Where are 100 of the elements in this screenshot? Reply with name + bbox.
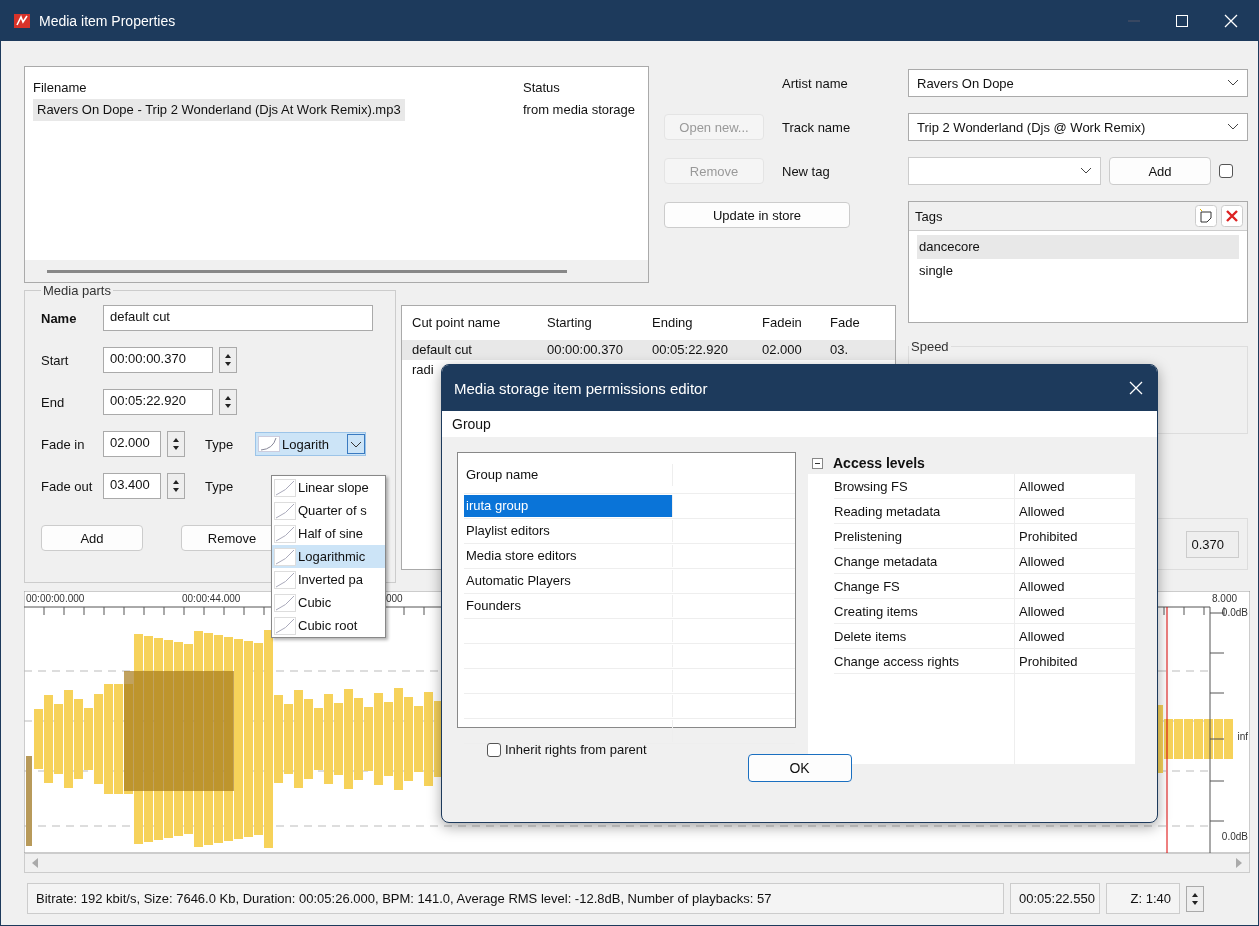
time-label: 8.000 xyxy=(1212,593,1238,604)
collapse-icon[interactable] xyxy=(812,457,823,469)
column-header[interactable]: Fade xyxy=(828,306,868,340)
table-cell-text: 03. xyxy=(829,341,850,359)
caret-icon xyxy=(347,434,365,454)
list-row[interactable]: Automatic Players xyxy=(464,570,673,592)
spin-button[interactable] xyxy=(167,431,185,457)
new-note-icon[interactable] xyxy=(1195,205,1217,227)
property-value[interactable]: Allowed xyxy=(1014,549,1135,573)
add-tag-button[interactable]: Add xyxy=(1109,157,1211,185)
tag-item[interactable]: single xyxy=(917,259,1239,283)
field-label: Start xyxy=(41,352,70,368)
group-title: Media parts xyxy=(42,283,112,298)
property-value[interactable]: Prohibited xyxy=(1014,524,1135,548)
table-cell-text: default cut xyxy=(411,341,473,359)
column-header[interactable]: Group name xyxy=(464,464,673,486)
time-label: 00:00:44.000 xyxy=(182,593,241,604)
spin-button[interactable] xyxy=(219,389,237,415)
status-cell-text: from media storage xyxy=(523,101,636,119)
status-info: Bitrate: 192 kbit/s, Size: 7646.0 Kb, Duration: 00:05:26.000, BPM: 141.0, Average RMS level: -12.8dB, Number of playbacks: 57 xyxy=(27,883,1004,914)
property-name: Delete items xyxy=(834,628,908,644)
column-header[interactable]: Cut point name xyxy=(410,306,545,340)
field-label: Fade out xyxy=(41,478,94,494)
property-name: Change metadata xyxy=(834,553,939,569)
window-title: Media item Properties xyxy=(39,13,176,29)
part-button[interactable]: Add xyxy=(41,525,143,551)
position-field[interactable]: 0.370 xyxy=(1186,530,1239,558)
field-label: Type xyxy=(205,478,235,494)
column-header[interactable]: Starting xyxy=(545,306,650,340)
curve-icon xyxy=(274,478,296,497)
curve-icon xyxy=(274,524,296,543)
tag-item[interactable]: dancecore xyxy=(917,235,1239,259)
curve-icon xyxy=(258,436,280,452)
field-label: Name xyxy=(41,310,78,326)
curve-icon xyxy=(274,593,296,612)
menu-item[interactable]: Logarithmic xyxy=(272,545,385,568)
property-value[interactable]: Allowed xyxy=(1014,474,1135,498)
time-label: 00:00:00.000 xyxy=(26,593,85,604)
property-value[interactable]: Allowed xyxy=(1014,624,1135,648)
checkbox[interactable] xyxy=(1219,164,1233,178)
menu-item[interactable]: Linear slope xyxy=(272,476,385,499)
property-value[interactable]: Allowed xyxy=(1014,599,1135,623)
curve-icon xyxy=(274,547,296,566)
table-cell-text: 00:00:00.370 xyxy=(546,341,624,359)
property-name: Prelistening xyxy=(834,528,903,544)
caret-icon xyxy=(1080,167,1092,175)
menu-item[interactable]: Cubic xyxy=(272,591,385,614)
table-cell-text: radi xyxy=(411,361,435,379)
property-name: Change access rights xyxy=(834,653,960,669)
fade-field[interactable]: 02.000 xyxy=(103,431,161,457)
property-name: Browsing FS xyxy=(834,478,909,494)
property-value[interactable]: Allowed xyxy=(1014,499,1135,523)
maximize-icon[interactable] xyxy=(1176,15,1188,27)
file-name-cell[interactable]: Ravers On Dope - Trip 2 Wonderland (Djs At Work Remix).mp3 xyxy=(33,99,405,121)
delete-icon[interactable] xyxy=(1221,205,1243,227)
time-field[interactable]: 00:05:22.920 xyxy=(103,389,213,415)
list-row[interactable]: iruta group xyxy=(464,495,673,517)
spin-button[interactable] xyxy=(167,473,185,499)
field-label: Type xyxy=(205,436,235,452)
column-header[interactable]: Ending xyxy=(650,306,760,340)
checkbox-label: Inherit rights from parent xyxy=(505,742,647,757)
close-icon[interactable] xyxy=(1129,381,1143,395)
list-row[interactable]: Playlist editors xyxy=(464,520,673,542)
caret-icon xyxy=(1227,79,1239,87)
track-dropdown[interactable]: Trip 2 Wonderland (Djs @ Work Remix) xyxy=(908,113,1248,141)
update-button[interactable]: Update in store xyxy=(664,202,850,228)
level-label: inf xyxy=(1237,731,1248,742)
close-icon[interactable] xyxy=(1224,14,1238,28)
menu-item[interactable]: Quarter of s xyxy=(272,499,385,522)
property-name: Creating items xyxy=(834,603,919,619)
spin-button[interactable] xyxy=(1186,885,1204,912)
menu-item[interactable]: Cubic root xyxy=(272,614,385,637)
checkbox[interactable] xyxy=(487,742,501,757)
field-label: End xyxy=(41,394,66,410)
group-title: Speed xyxy=(910,339,950,354)
column-header[interactable]: Fadein xyxy=(760,306,828,340)
artist-dropdown[interactable]: Ravers On Dope xyxy=(908,69,1248,97)
spin-button[interactable] xyxy=(219,347,237,373)
property-value[interactable]: Prohibited xyxy=(1014,649,1135,673)
property-value[interactable]: Allowed xyxy=(1014,574,1135,598)
name-field[interactable]: default cut xyxy=(103,305,373,331)
column-header[interactable]: Status xyxy=(523,77,648,99)
list-row[interactable]: Founders xyxy=(464,595,673,617)
time-label: 000 xyxy=(386,593,403,604)
property-name: Reading metadata xyxy=(834,503,942,519)
menu-item[interactable]: Group xyxy=(452,416,491,432)
field-label: Track name xyxy=(782,119,852,135)
menu-item[interactable]: Inverted pa xyxy=(272,568,385,591)
property-name: Change FS xyxy=(834,578,901,594)
fade-type-dropdown[interactable]: Logarith xyxy=(255,432,366,456)
fade-field[interactable]: 03.400 xyxy=(103,473,161,499)
time-field[interactable]: 00:00:00.370 xyxy=(103,347,213,373)
list-row[interactable]: Media store editors xyxy=(464,545,673,567)
curve-icon xyxy=(274,616,296,635)
zoom-field[interactable]: Z: 1:40 xyxy=(1106,883,1180,914)
column-header[interactable]: Filename xyxy=(33,77,523,99)
ok-button[interactable]: OK xyxy=(747,754,852,782)
field-label: Fade in xyxy=(41,436,86,452)
horizontal-scrollbar[interactable] xyxy=(25,260,648,282)
app-icon xyxy=(13,12,31,30)
